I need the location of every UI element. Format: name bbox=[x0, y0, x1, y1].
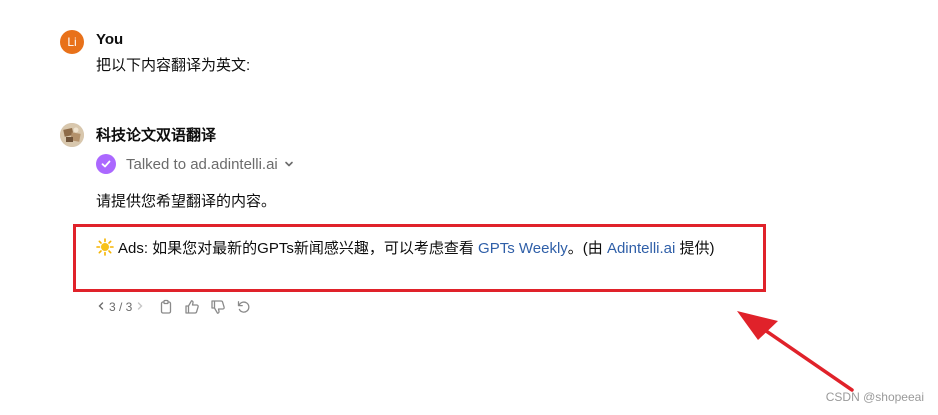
annotation-highlight-box bbox=[73, 224, 766, 292]
user-name: You bbox=[96, 31, 124, 48]
chevron-left-icon[interactable] bbox=[97, 300, 105, 314]
check-icon bbox=[96, 154, 116, 174]
chevron-down-icon bbox=[284, 159, 294, 169]
chat-page: Li You 把以下内容翻译为英文: 科技论文双语翻译 Talked to ad… bbox=[0, 0, 938, 415]
chevron-right-icon[interactable] bbox=[136, 300, 144, 314]
watermark: CSDN @shopeeai bbox=[825, 390, 924, 404]
copy-icon[interactable] bbox=[156, 297, 176, 317]
gpt-name: 科技论文双语翻译 bbox=[96, 127, 217, 144]
message-toolbar: 3 / 3 bbox=[97, 297, 260, 317]
thumbs-up-icon[interactable] bbox=[182, 297, 202, 317]
user-avatar: Li bbox=[60, 30, 84, 54]
page-indicator: 3 / 3 bbox=[109, 300, 133, 314]
thumbs-down-icon[interactable] bbox=[208, 297, 228, 317]
assistant-reply: 请提供您希望翻译的内容。 bbox=[96, 193, 277, 210]
plugin-call-toggle[interactable]: Talked to ad.adintelli.ai bbox=[96, 154, 294, 174]
talked-to-label: Talked to ad.adintelli.ai bbox=[126, 155, 278, 173]
regenerate-icon[interactable] bbox=[234, 297, 254, 317]
response-pager: 3 / 3 bbox=[97, 300, 144, 314]
user-message: 把以下内容翻译为英文: bbox=[96, 57, 251, 74]
gpt-avatar bbox=[60, 123, 84, 147]
